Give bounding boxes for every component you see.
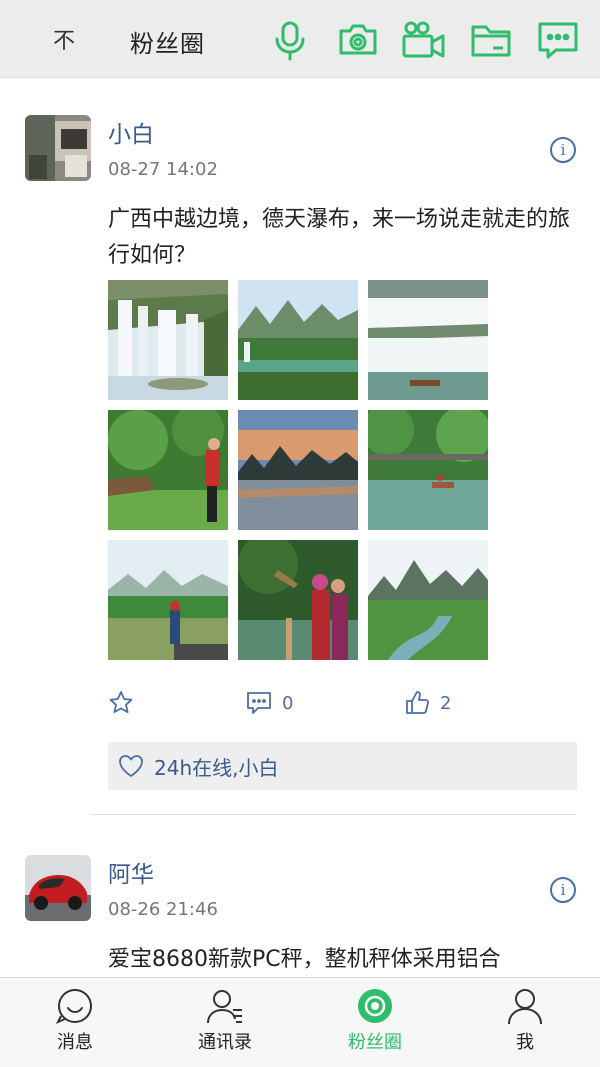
bottom-nav: 消息 通讯录 粉丝圈 我 — [0, 977, 600, 1067]
author-name[interactable]: 阿华 — [108, 855, 600, 889]
like-count: 2 — [440, 692, 452, 714]
photo-costume-women[interactable] — [238, 540, 358, 660]
image-grid — [108, 280, 600, 660]
avatar[interactable] — [25, 115, 91, 181]
nav-label: 粉丝圈 — [348, 1032, 402, 1053]
fan-circle-icon — [355, 986, 395, 1026]
heart-icon — [119, 755, 143, 777]
nav-label: 通讯录 — [198, 1032, 252, 1053]
post-actions: 0 2 — [108, 682, 600, 726]
info-button[interactable]: i — [550, 877, 576, 903]
nav-me[interactable]: 我 — [450, 978, 600, 1067]
folder-icon[interactable] — [469, 18, 513, 62]
post-text: 广西中越边境，德天瀑布，来一场说走就走的旅行如何？ — [108, 207, 571, 268]
camera-icon[interactable] — [336, 18, 380, 62]
comment-count: 0 — [282, 692, 294, 714]
photo-river-woman[interactable] — [108, 540, 228, 660]
top-bar: 不 粉丝圈 — [0, 0, 600, 78]
nav-label: 消息 — [57, 1032, 93, 1053]
contacts-icon — [205, 986, 245, 1026]
page-title: 粉丝圈 — [130, 30, 205, 58]
photo-waterfall[interactable] — [108, 280, 228, 400]
feed[interactable]: i 小白 08-27 14:02 广西中越边境，德天瀑布，来一场说走就走的旅行如… — [0, 79, 600, 977]
photo-forest-woman[interactable] — [108, 410, 228, 530]
post-time: 08-27 14:02 — [108, 159, 218, 180]
chat-bubble-icon[interactable] — [536, 18, 580, 62]
video-camera-icon[interactable] — [402, 18, 446, 62]
photo-karst-sunset[interactable] — [238, 410, 358, 530]
chat-face-icon — [55, 986, 95, 1026]
nav-fan-circle[interactable]: 粉丝圈 — [300, 978, 450, 1067]
favorite-button[interactable] — [108, 688, 134, 718]
photo-karst-fields[interactable] — [368, 540, 488, 660]
nav-label: 我 — [516, 1032, 534, 1053]
avatar[interactable] — [25, 855, 91, 921]
liked-by-names[interactable]: 24h在线,小白 — [154, 752, 278, 781]
author-name[interactable]: 小白 — [108, 115, 600, 149]
comment-button[interactable]: 0 — [246, 688, 293, 718]
post-time: 08-26 21:46 — [108, 899, 218, 920]
photo-karst-river[interactable] — [238, 280, 358, 400]
nav-contacts[interactable]: 通讯录 — [150, 978, 300, 1067]
nav-messages[interactable]: 消息 — [0, 978, 150, 1067]
back-button[interactable]: 不 — [44, 22, 84, 62]
profile-icon — [505, 986, 545, 1026]
info-button[interactable]: i — [550, 137, 576, 163]
photo-bamboo-raft[interactable] — [368, 410, 488, 530]
liked-by-bar: 24h在线,小白 — [108, 742, 577, 790]
like-button[interactable]: 2 — [404, 688, 451, 718]
photo-waterfall-wide[interactable] — [368, 280, 488, 400]
post: i 小白 08-27 14:02 广西中越边境，德天瀑布，来一场说走就走的旅行如… — [0, 79, 600, 790]
microphone-icon[interactable] — [268, 18, 312, 62]
post-text: 爱宝8680新款PC秤，整机秤体采用铝合 — [108, 947, 501, 972]
post: i 阿华 08-26 21:46 爱宝8680新款PC秤，整机秤体采用铝合 — [0, 815, 600, 977]
